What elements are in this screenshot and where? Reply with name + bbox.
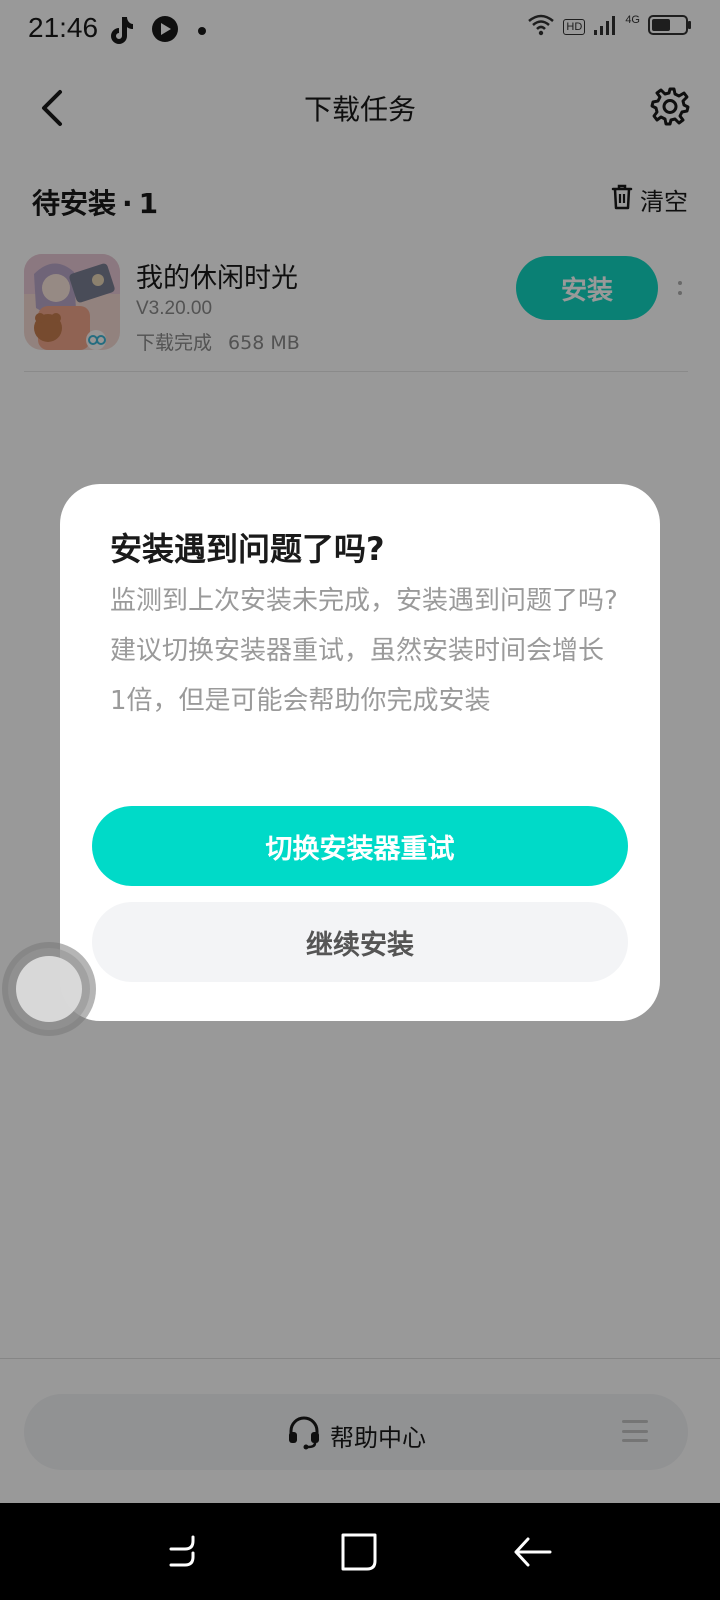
dialog-title: 安装遇到问题了吗? [110, 530, 385, 568]
continue-install-button[interactable]: 继续安装 [92, 902, 628, 982]
dialog-body-line2: 建议切换安装器重试，虽然安装时间会增长1倍，但是可能会帮助你完成安装 [110, 636, 605, 716]
system-nav-bar [0, 1503, 720, 1600]
switch-installer-retry-button[interactable]: 切换安装器重试 [92, 806, 628, 886]
recents-button[interactable] [163, 1529, 209, 1575]
back-icon [510, 1537, 556, 1579]
install-problem-dialog: 安装遇到问题了吗? 监测到上次安装未完成，安装遇到问题了吗? 建议切换安装器重试… [60, 484, 660, 1021]
home-icon [337, 1533, 383, 1579]
dialog-body-line1: 监测到上次安装未完成，安装遇到问题了吗? [110, 586, 618, 616]
floating-assistive-button[interactable] [2, 942, 96, 1036]
recents-icon [163, 1535, 209, 1579]
dialog-body: 监测到上次安装未完成，安装遇到问题了吗? 建议切换安装器重试，虽然安装时间会增长… [110, 576, 620, 726]
home-button[interactable] [337, 1529, 383, 1575]
nav-back-button[interactable] [510, 1529, 556, 1575]
